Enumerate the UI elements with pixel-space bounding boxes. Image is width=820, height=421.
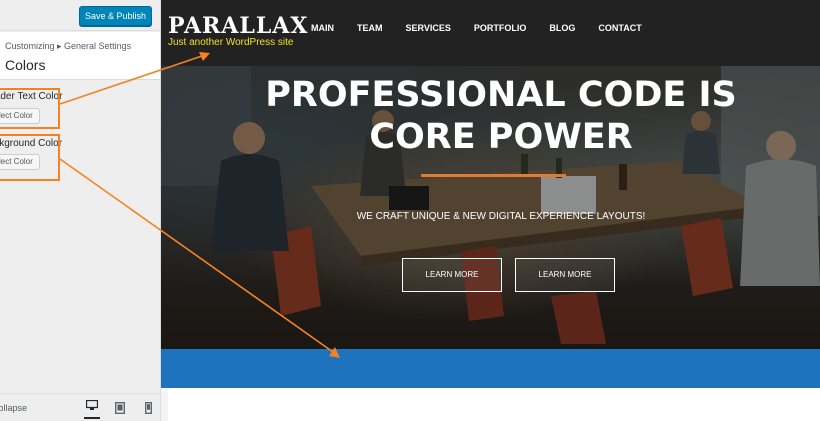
site-preview: PARALLAX Just another WordPress site MAI… (161, 0, 820, 421)
mobile-icon[interactable] (140, 399, 156, 415)
nav-item-team[interactable]: TEAM (357, 23, 383, 33)
site-navbar: PARALLAX Just another WordPress site MAI… (161, 0, 820, 66)
background-color-highlight-box (0, 134, 60, 181)
nav-item-portfolio[interactable]: PORTFOLIO (474, 23, 527, 33)
nav-item-main[interactable]: MAIN (311, 23, 334, 33)
tablet-icon[interactable] (112, 399, 128, 415)
nav-item-contact[interactable]: CONTACT (598, 23, 641, 33)
hero-section: PROFESSIONAL CODE IS CORE POWER WE CRAFT… (161, 66, 820, 349)
customizer-sidebar: Save & Publish Customizing ▸ General Set… (0, 0, 161, 421)
hero-title: PROFESSIONAL CODE IS CORE POWER (265, 75, 737, 157)
header-color-highlight-box (0, 88, 60, 129)
hero-divider (421, 174, 566, 177)
breadcrumb: Customizing ▸ General Settings (5, 41, 132, 51)
section-title: Colors (5, 57, 46, 73)
customizer-topbar: Save & Publish (0, 0, 160, 31)
nav-item-services[interactable]: SERVICES (406, 23, 451, 33)
desktop-icon[interactable] (84, 397, 100, 419)
site-title[interactable]: PARALLAX (168, 13, 308, 39)
hero-subtitle: WE CRAFT UNIQUE & NEW DIGITAL EXPERIENCE… (356, 211, 646, 222)
save-publish-button[interactable]: Save & Publish (79, 6, 152, 26)
site-tagline: Just another WordPress site (168, 37, 294, 48)
learn-more-button-1[interactable]: LEARN MORE (402, 258, 502, 292)
colored-section-band (161, 349, 820, 388)
nav-item-blog[interactable]: BLOG (549, 23, 575, 33)
main-nav: MAIN TEAM SERVICES PORTFOLIO BLOG CONTAC… (311, 23, 665, 33)
collapse-button[interactable]: Collapse (0, 403, 27, 413)
customizer-footer: Collapse (0, 393, 160, 421)
section-header: Customizing ▸ General Settings Colors (0, 32, 160, 80)
page-content-area (168, 388, 820, 421)
learn-more-button-2[interactable]: LEARN MORE (515, 258, 615, 292)
